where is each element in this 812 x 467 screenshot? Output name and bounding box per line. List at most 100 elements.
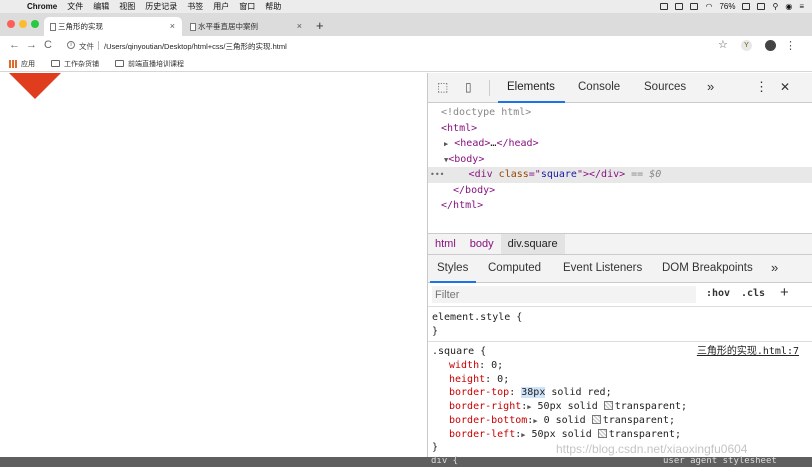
window-controls bbox=[7, 20, 39, 28]
crumb-html[interactable]: html bbox=[428, 238, 463, 250]
menu-edit[interactable]: 编辑 bbox=[93, 1, 109, 12]
browser-tab-strip: 三角形的实现 × 水平垂直居中案例 × + bbox=[0, 13, 812, 36]
more-tabs-button[interactable]: » bbox=[707, 79, 714, 94]
menu-bookmarks[interactable]: 书签 bbox=[187, 1, 203, 12]
cls-toggle[interactable]: .cls bbox=[741, 288, 765, 299]
styles-subtab-bar: Styles Computed Event Listeners DOM Brea… bbox=[428, 255, 812, 283]
tab-computed[interactable]: Computed bbox=[488, 262, 541, 274]
close-tab-icon[interactable]: × bbox=[170, 21, 175, 31]
element-style-rule[interactable]: element.style { } bbox=[428, 308, 812, 343]
div-square-node[interactable]: ••• <div class="square"></div> == $0 bbox=[428, 167, 812, 183]
status-area: ◠ 76% ⚲ ◉ ≡ bbox=[660, 2, 812, 11]
bookmark-folder-tools[interactable]: 工作杂货铺 bbox=[51, 59, 99, 69]
tab-styles[interactable]: Styles bbox=[429, 262, 477, 283]
html-close-node[interactable]: </html> bbox=[428, 198, 812, 214]
filter-input[interactable] bbox=[432, 286, 696, 303]
red-triangle-shape bbox=[9, 73, 61, 99]
bookmark-folder-courses[interactable]: 前端直播培训课程 bbox=[115, 59, 184, 69]
macos-menu-bar: Chrome 文件 编辑 视图 历史记录 书签 用户 窗口 帮助 ◠ 76% ⚲… bbox=[0, 0, 812, 13]
crumb-div-square[interactable]: div.square bbox=[500, 234, 565, 254]
square-rule[interactable]: .square {三角形的实现.html:7 width: 0; height:… bbox=[428, 342, 812, 458]
peek-selector: div { bbox=[431, 456, 459, 466]
address-input[interactable]: /Users/qinyoutian/Desktop/html+css/三角形的实… bbox=[104, 41, 287, 52]
close-tab-icon[interactable]: × bbox=[297, 21, 302, 31]
tab-event-listeners[interactable]: Event Listeners bbox=[563, 262, 642, 274]
chrome-menu-icon[interactable]: ⋮ bbox=[785, 39, 796, 52]
crumb-body[interactable]: body bbox=[463, 238, 501, 250]
styles-rules: element.style { } .square {三角形的实现.html:7… bbox=[428, 308, 812, 457]
body-node[interactable]: ▼<body> bbox=[428, 152, 812, 168]
minimize-window-button[interactable] bbox=[19, 20, 27, 28]
menu-file[interactable]: 文件 bbox=[67, 1, 83, 12]
decl-height[interactable]: height: 0; bbox=[432, 373, 809, 387]
doctype-node[interactable]: <!doctype html> bbox=[428, 105, 812, 121]
expand-icon[interactable]: ▶ bbox=[521, 431, 525, 439]
app-icon[interactable] bbox=[675, 3, 684, 10]
dom-tree: <!doctype html> <html> ▶ <head>…</head> … bbox=[428, 103, 812, 233]
decl-border-right[interactable]: border-right:▶ 50px solid transparent; bbox=[432, 400, 809, 414]
tab-triangle[interactable]: 三角形的实现 × bbox=[44, 17, 182, 36]
new-tab-button[interactable]: + bbox=[316, 18, 324, 33]
info-icon[interactable]: i bbox=[67, 41, 75, 49]
tab-centering[interactable]: 水平垂直居中案例 × bbox=[184, 17, 309, 36]
html-node[interactable]: <html> bbox=[428, 121, 812, 137]
body-close-node[interactable]: </body> bbox=[428, 183, 812, 199]
expand-icon[interactable]: ▶ bbox=[527, 403, 531, 411]
profile-avatar[interactable] bbox=[765, 40, 776, 51]
hov-toggle[interactable]: :hov bbox=[706, 288, 730, 299]
tab-console[interactable]: Console bbox=[578, 81, 620, 93]
menu-window[interactable]: 窗口 bbox=[239, 1, 255, 12]
tab-elements[interactable]: Elements bbox=[498, 81, 565, 103]
expand-icon[interactable]: ▶ bbox=[444, 140, 448, 148]
node-actions-icon[interactable]: ••• bbox=[428, 170, 444, 179]
devtools-tab-bar: ⬚ ▯ Elements Console Sources » ⋮ ✕ bbox=[428, 73, 812, 103]
url-divider bbox=[98, 41, 99, 50]
screen-icon[interactable] bbox=[660, 3, 669, 10]
battery-icon[interactable] bbox=[742, 3, 751, 10]
menu-view[interactable]: 视图 bbox=[119, 1, 135, 12]
input-method-icon[interactable] bbox=[757, 3, 766, 10]
tab-title: 水平垂直居中案例 bbox=[198, 22, 258, 31]
qq-icon[interactable] bbox=[690, 3, 699, 10]
bookmark-label: 工作杂货铺 bbox=[64, 60, 99, 68]
apps-grid-icon bbox=[9, 59, 17, 68]
forward-button[interactable]: → bbox=[26, 39, 37, 51]
decl-border-bottom[interactable]: border-bottom:▶ 0 solid transparent; bbox=[432, 414, 809, 428]
control-center-icon[interactable]: ≡ bbox=[799, 2, 804, 11]
bookmark-label: 前端直播培训课程 bbox=[128, 60, 184, 68]
reload-button[interactable]: C bbox=[44, 39, 52, 51]
expand-icon[interactable]: ▶ bbox=[533, 417, 537, 425]
color-swatch-icon[interactable] bbox=[597, 428, 607, 438]
close-brace: } bbox=[432, 325, 439, 337]
decl-border-top[interactable]: border-top: 38px solid red; bbox=[432, 386, 809, 400]
decl-width[interactable]: width: 0; bbox=[432, 359, 809, 373]
tab-sources[interactable]: Sources bbox=[644, 81, 686, 93]
bookmark-apps[interactable]: 应用 bbox=[9, 59, 35, 69]
inspect-element-icon[interactable]: ⬚ bbox=[437, 80, 448, 94]
maximize-window-button[interactable] bbox=[31, 20, 39, 28]
close-devtools-icon[interactable]: ✕ bbox=[780, 80, 790, 94]
devtools-menu-icon[interactable]: ⋮ bbox=[755, 79, 768, 95]
device-toolbar-icon[interactable]: ▯ bbox=[465, 80, 472, 94]
more-subtabs-button[interactable]: » bbox=[771, 260, 778, 275]
head-node[interactable]: ▶ <head>…</head> bbox=[428, 136, 812, 152]
extension-icon[interactable]: Y bbox=[741, 40, 752, 51]
watermark: https://blog.csdn.net/xiaoxingfu0604 bbox=[556, 442, 748, 456]
wifi-icon[interactable]: ◠ bbox=[705, 2, 712, 11]
close-window-button[interactable] bbox=[7, 20, 15, 28]
menu-history[interactable]: 历史记录 bbox=[145, 1, 177, 12]
tab-dom-breakpoints[interactable]: DOM Breakpoints bbox=[662, 262, 753, 274]
user-icon[interactable]: ◉ bbox=[785, 2, 792, 11]
source-link[interactable]: 三角形的实现.html:7 bbox=[697, 345, 799, 359]
editing-value[interactable]: 38px bbox=[521, 387, 546, 399]
menu-chrome[interactable]: Chrome bbox=[27, 2, 57, 11]
search-icon[interactable]: ⚲ bbox=[772, 2, 778, 11]
color-swatch-icon[interactable] bbox=[603, 401, 613, 411]
back-button[interactable]: ← bbox=[9, 39, 20, 51]
decl-border-left[interactable]: border-left:▶ 50px solid transparent; bbox=[432, 428, 809, 442]
menu-people[interactable]: 用户 bbox=[213, 1, 229, 12]
menu-help[interactable]: 帮助 bbox=[265, 1, 281, 12]
color-swatch-icon[interactable] bbox=[591, 414, 601, 424]
new-rule-button[interactable]: + bbox=[780, 284, 789, 301]
bookmark-star-icon[interactable]: ☆ bbox=[718, 38, 728, 51]
